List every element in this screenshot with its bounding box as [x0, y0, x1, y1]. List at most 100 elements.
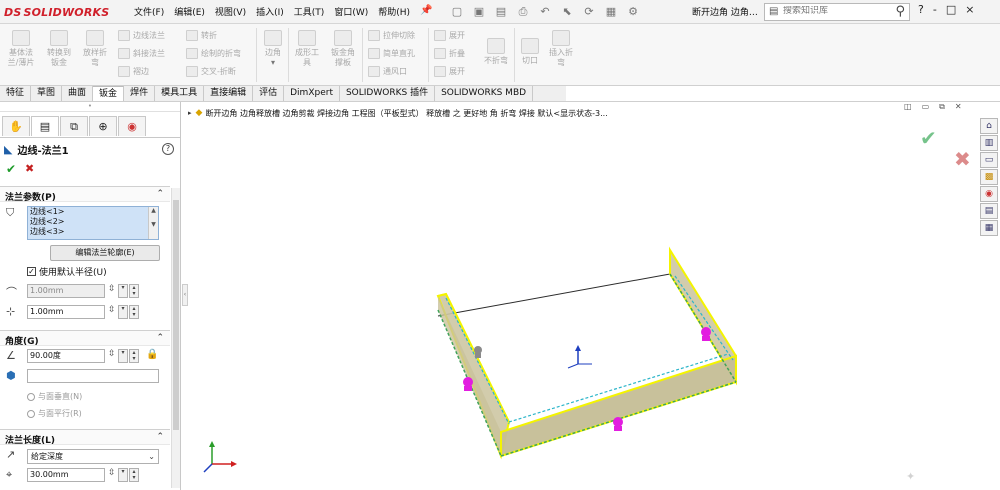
panel-scrollbar[interactable] [171, 188, 180, 488]
radius-stepper[interactable]: ▴ ▾ [129, 284, 139, 298]
lock-icon[interactable]: 🔒 [146, 349, 158, 360]
rebuild-icon[interactable]: ⟳ [580, 4, 598, 20]
drag-handle-front[interactable] [613, 417, 623, 431]
menu-item-4[interactable]: 工具(T) [294, 5, 325, 18]
configuration-manager-tab[interactable]: ⧉ [60, 116, 88, 136]
collapse-icon[interactable]: ⌃ [156, 333, 164, 343]
dimxpert-manager-tab[interactable]: ⊕ [89, 116, 117, 136]
use-default-radius-checkbox[interactable]: ✓ 使用默认半径(U) [27, 265, 107, 278]
solidworks-logo[interactable]: DS SOLIDWORKS [4, 4, 109, 20]
length-stepper-icon[interactable]: ⇳ [108, 468, 116, 478]
file-properties-icon[interactable]: ▦ [602, 4, 620, 20]
flange-params-section-header[interactable]: 法兰参数(P) ⌃ [0, 186, 170, 203]
select-icon[interactable]: ⬉ [558, 4, 576, 20]
print-icon[interactable]: ⎙ [514, 4, 532, 20]
angle-stepper[interactable]: ▴ ▾ [129, 349, 139, 363]
drag-handle-gray[interactable] [474, 346, 482, 358]
reverse-direction-icon[interactable]: ↗ [6, 448, 15, 461]
angle-stepper-icon[interactable]: ⇳ [108, 349, 116, 359]
display-manager-tab[interactable]: ◉ [118, 116, 146, 136]
ok-check-icon[interactable]: ✔ [6, 162, 16, 176]
radio-circle[interactable] [27, 392, 35, 401]
cross-break-button[interactable]: 交叉-折断 [186, 66, 236, 77]
tab-2[interactable]: 曲面 [62, 86, 94, 101]
corners-button[interactable]: 边角 ▾ [260, 30, 286, 68]
menu-item-0[interactable]: 文件(F) [134, 5, 164, 18]
appearance-icon[interactable]: ◉ [980, 186, 998, 202]
tab-6[interactable]: 直接编辑 [204, 86, 254, 101]
menu-item-2[interactable]: 视图(V) [215, 5, 246, 18]
insert-bends-button[interactable]: 插入折 弯 [544, 30, 578, 68]
panel-grip[interactable]: • [0, 102, 180, 112]
tab-8[interactable]: DimXpert [284, 86, 340, 101]
property-manager-tab[interactable]: ▤ [31, 116, 59, 136]
flatten-button[interactable]: 展开 [434, 66, 465, 77]
properties-icon[interactable]: ▤ [980, 203, 998, 219]
no-bends-button[interactable]: 不折弯 [480, 38, 512, 66]
unfold-button[interactable]: 展开 [434, 30, 465, 41]
explorer-icon[interactable]: ▩ [980, 169, 998, 185]
tab-9[interactable]: SOLIDWORKS 插件 [340, 86, 436, 101]
search-input[interactable] [783, 6, 883, 16]
gap-stepper-icon[interactable]: ⇳ [108, 305, 116, 315]
close-button[interactable]: × [965, 3, 974, 16]
gap-distance-field[interactable]: 1.00mm [27, 305, 105, 319]
search-scope-icon[interactable]: ▤ [769, 6, 778, 17]
menu-item-3[interactable]: 插入(I) [256, 5, 284, 18]
open-icon[interactable]: ▣ [470, 4, 488, 20]
convert-to-sheet-button[interactable]: 转换到 钣金 [42, 30, 76, 68]
scrollbar-thumb[interactable] [173, 200, 179, 430]
list-item[interactable]: 边线<2> [28, 217, 158, 227]
drag-handle-right[interactable] [701, 327, 711, 341]
cancel-x-icon[interactable]: ✖ [25, 162, 34, 175]
sheet-metal-gusset-button[interactable]: 钣金角 撑板 [326, 30, 360, 68]
collapse-icon[interactable]: ⌃ [156, 189, 164, 199]
edge-flange-button[interactable]: 边线法兰 [118, 30, 165, 41]
rip-button[interactable]: 切口 [518, 38, 542, 66]
new-document-icon[interactable]: ▢ [448, 4, 466, 20]
menu-item-1[interactable]: 编辑(E) [174, 5, 205, 18]
fold-button[interactable]: 折叠 [434, 48, 465, 59]
length-stepper[interactable]: ▴ ▾ [129, 468, 139, 482]
radius-dropdown[interactable]: ▾ [118, 284, 128, 298]
resources-icon[interactable]: ▥ [980, 135, 998, 151]
edit-flange-profile-button[interactable]: 编辑法兰轮廓(E) [50, 245, 160, 261]
vent-button[interactable]: 通风口 [368, 66, 407, 77]
normal-to-face-radio[interactable]: 与面垂直(N) [27, 391, 82, 402]
library-icon[interactable]: ▭ [980, 152, 998, 168]
parallel-to-face-radio[interactable]: 与面平行(R) [27, 408, 82, 419]
maximize-button[interactable]: □ [946, 3, 956, 16]
checkbox-check-icon[interactable]: ✓ [27, 267, 36, 276]
tab-0[interactable]: 特征 [0, 86, 32, 101]
undo-icon[interactable]: ↶ [536, 4, 554, 20]
search-knowledge-base[interactable]: ▤ ⚲ [764, 3, 910, 21]
help-button[interactable]: ? [918, 3, 924, 16]
angle-dropdown[interactable]: ▾ [118, 349, 128, 363]
flange-length-field[interactable]: 30.00mm [27, 468, 105, 482]
simple-hole-button[interactable]: 简单直孔 [368, 48, 415, 59]
forum-icon[interactable]: ▦ [980, 220, 998, 236]
options-gear-icon[interactable]: ⚙ [624, 4, 642, 20]
minimize-button[interactable]: - [933, 3, 937, 16]
flange-angle-field[interactable]: 90.00度 [27, 349, 105, 363]
radius-stepper-icon[interactable]: ⇳ [108, 284, 116, 294]
hem-button[interactable]: 褶边 [118, 66, 149, 77]
length-dropdown[interactable]: ▾ [118, 468, 128, 482]
list-item[interactable]: 边线<3> [28, 227, 158, 237]
menu-item-5[interactable]: 窗口(W) [334, 5, 368, 18]
forming-tool-button[interactable]: 成形工 具 [292, 30, 322, 68]
sheet-metal-model[interactable] [188, 102, 978, 490]
feature-manager-tab[interactable]: ✋ [2, 116, 30, 136]
drag-handle-left[interactable] [463, 377, 473, 391]
miter-flange-button[interactable]: 斜接法兰 [118, 48, 165, 59]
jog-button[interactable]: 转折 [186, 30, 217, 41]
tab-1[interactable]: 草图 [31, 86, 63, 101]
extruded-cut-button[interactable]: 拉伸切除 [368, 30, 415, 41]
pin-icon[interactable]: 📌 [420, 5, 432, 16]
save-icon[interactable]: ▤ [492, 4, 510, 20]
gap-dropdown[interactable]: ▾ [118, 305, 128, 319]
search-icon[interactable]: ⚲ [895, 4, 905, 19]
menu-item-6[interactable]: 帮助(H) [378, 5, 410, 18]
home-icon[interactable]: ⌂ [980, 118, 998, 134]
base-flange-button[interactable]: 基体法 兰/薄片 [4, 30, 38, 68]
